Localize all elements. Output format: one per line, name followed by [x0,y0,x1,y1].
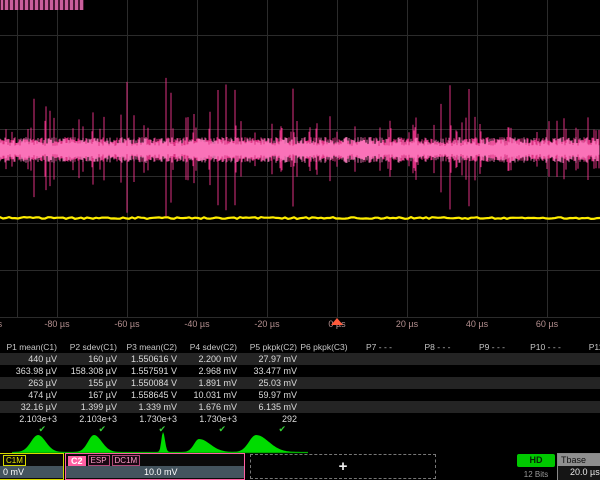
measure-cell: 158.308 µV [60,366,120,376]
measure-cell: 32.16 µV [0,402,60,412]
measure-header-cell[interactable]: P3 mean(C2) [120,342,180,352]
plus-icon: + [339,458,348,475]
measure-cell: 2.200 mV [180,354,240,364]
measure-row: 474 µV167 µV1.558645 V10.031 mV59.97 mV [0,389,600,401]
trigger-position-marker[interactable] [331,318,343,325]
measure-cell: 2.968 mV [180,366,240,376]
measure-cell: 59.97 mV [240,390,300,400]
time-axis-label: -20 µs [254,319,279,329]
measure-cell: 1.550616 V [120,354,180,364]
c1-coupling-badge: C1M [3,455,26,466]
measure-cell: 27.97 mV [240,354,300,364]
measure-cell: 1.676 mV [180,402,240,412]
measure-cell: 1.550084 V [120,378,180,388]
measure-row: 2.103e+32.103e+31.730e+31.730e+3292 [0,413,600,425]
measure-cell: 1.891 mV [180,378,240,388]
time-axis-label: -100 µs [0,319,2,329]
measure-cell: 155 µV [60,378,120,388]
measure-row: 440 µV160 µV1.550616 V2.200 mV27.97 mV [0,353,600,365]
measure-cell: 440 µV [0,354,60,364]
measure-cell: 1.730e+3 [120,414,180,424]
measure-header-cell[interactable]: P9 - - - [465,342,519,352]
measure-cell: 474 µV [0,390,60,400]
measure-cell: 167 µV [60,390,120,400]
time-axis-label: -80 µs [44,319,69,329]
timebase-value: 20.0 µs [558,466,600,479]
time-axis-label: -60 µs [114,319,139,329]
measure-header-cell[interactable]: P11 [572,342,600,352]
hd-mode-badge[interactable]: HD [517,454,555,467]
measure-cell: 160 µV [60,354,120,364]
measure-header-row: P1 mean(C1)P2 sdev(C1)P3 mean(C2)P4 sdev… [0,341,600,353]
measure-cell: 363.98 µV [0,366,60,376]
trace-label-badge [0,0,84,10]
time-axis-label: 20 µs [396,319,418,329]
c2-coupling-badge: DC1M [112,455,141,466]
measure-cell: 6.135 mV [240,402,300,412]
measure-cell: 1.558645 V [120,390,180,400]
channel-c1-descriptor[interactable]: C1M 0 mV [0,453,64,480]
measure-header-cell[interactable]: P2 sdev(C1) [60,342,120,352]
descriptor-bar: C1M 0 mV C2 ESP DC1M 10.0 mV + HD 12 Bit… [0,453,600,480]
measure-cell: 1.557591 V [120,366,180,376]
time-axis-label: 40 µs [466,319,488,329]
measurement-table: P1 mean(C1)P2 sdev(C1)P3 mean(C2)P4 sdev… [0,341,600,434]
measure-cell: 1.730e+3 [180,414,240,424]
measure-cell: 2.103e+3 [0,414,60,424]
c1-trace-waveform [0,217,600,219]
timebase-title: Tbase [558,454,600,466]
measure-cell: 2.103e+3 [60,414,120,424]
measure-cell: 33.477 mV [240,366,300,376]
measure-header-cell[interactable]: P8 - - - [410,342,465,352]
hd-bits-label: 12 Bits [517,470,555,479]
c1-volts-per-div: 0 mV [0,466,63,478]
measure-cell: 263 µV [0,378,60,388]
c2-esp-badge: ESP [88,455,110,466]
channel-c2-descriptor[interactable]: C2 ESP DC1M 10.0 mV [65,453,245,480]
measure-header-cell[interactable]: P1 mean(C1) [0,342,60,352]
measure-cell: 25.03 mV [240,378,300,388]
measure-cell: 292 [240,414,300,424]
waveform-area [0,0,600,318]
measure-row: 32.16 µV1.399 µV1.339 mV1.676 mV6.135 mV [0,401,600,413]
measure-header-cell[interactable]: P5 pkpk(C2) [240,342,300,352]
measure-cell: 1.399 µV [60,402,120,412]
measure-row: 263 µV155 µV1.550084 V1.891 mV25.03 mV [0,377,600,389]
measure-cell: 1.339 mV [120,402,180,412]
histicon[interactable] [228,435,306,452]
histicon[interactable] [157,432,171,452]
histicon[interactable] [179,439,243,452]
measure-row: 363.98 µV158.308 µV1.557591 V2.968 mV33.… [0,365,600,377]
timebase-descriptor[interactable]: Tbase 20.0 µs [557,453,600,480]
measure-header-cell[interactable]: P7 - - - [348,342,410,352]
histicon[interactable] [70,435,125,452]
measure-header-cell[interactable]: P6 pkpk(C3) [300,342,348,352]
oscilloscope-screen: -100 µs-80 µs-60 µs-40 µs-20 µs0 µs20 µs… [0,0,600,480]
time-axis-label: -40 µs [184,319,209,329]
measure-cell: 10.031 mV [180,390,240,400]
time-axis-label: 60 µs [536,319,558,329]
measure-header-cell[interactable]: P4 sdev(C2) [180,342,240,352]
c2-volts-per-div: 10.0 mV [66,466,244,478]
histicon[interactable] [10,435,69,452]
c2-label: C2 [68,456,86,466]
measure-header-cell[interactable]: P10 - - - [519,342,572,352]
add-trace-button[interactable]: + [250,454,436,479]
